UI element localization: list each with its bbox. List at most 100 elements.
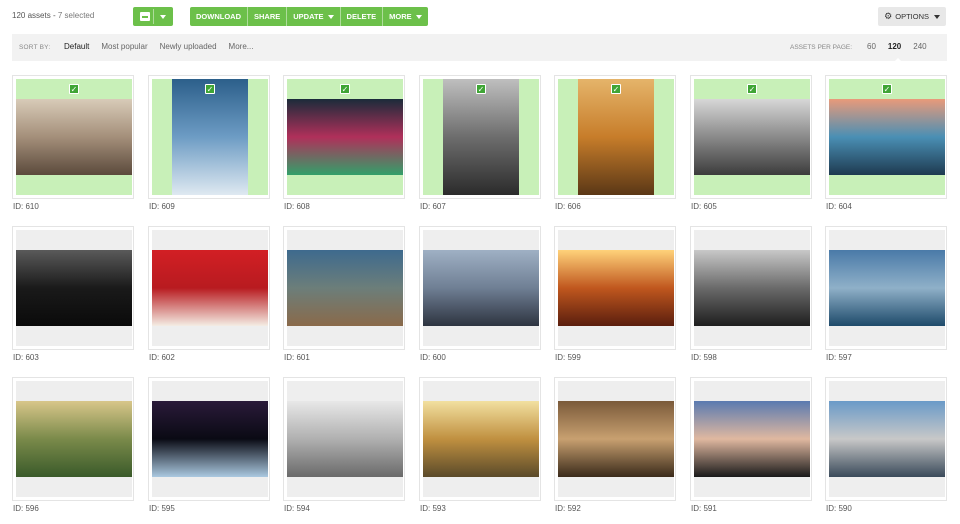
asset-thumbnail-frame xyxy=(152,230,268,346)
asset-thumbnail-frame xyxy=(829,381,945,497)
asset-id-label: ID: 607 xyxy=(420,202,446,211)
asset-id-label: ID: 599 xyxy=(555,353,581,362)
asset-card[interactable] xyxy=(283,226,405,350)
more-button[interactable]: MORE xyxy=(383,7,428,26)
asset-thumbnail[interactable] xyxy=(578,79,654,195)
delete-label: DELETE xyxy=(346,12,377,21)
checkmark-icon[interactable]: ✓ xyxy=(611,84,621,94)
asset-card[interactable]: ✓ xyxy=(825,75,947,199)
asset-card[interactable] xyxy=(419,226,541,350)
asset-card[interactable] xyxy=(419,377,541,501)
asset-thumbnail[interactable] xyxy=(694,99,810,175)
asset-id-label: ID: 605 xyxy=(691,202,717,211)
asset-card[interactable]: ✓ xyxy=(283,75,405,199)
select-all-checkbox-icon[interactable] xyxy=(140,12,150,21)
delete-button[interactable]: DELETE xyxy=(340,7,384,26)
asset-thumbnail[interactable] xyxy=(694,401,810,477)
share-button[interactable]: SHARE xyxy=(248,7,288,26)
sort-option[interactable]: More... xyxy=(229,42,254,51)
per-page-option[interactable]: 60 xyxy=(867,42,876,51)
asset-id-label: ID: 610 xyxy=(13,202,39,211)
checkmark-icon[interactable]: ✓ xyxy=(205,84,215,94)
asset-id-label: ID: 604 xyxy=(826,202,852,211)
chevron-down-icon xyxy=(327,14,334,19)
asset-card[interactable]: ✓ xyxy=(690,75,812,199)
checkmark-icon[interactable]: ✓ xyxy=(340,84,350,94)
asset-thumbnail[interactable] xyxy=(16,250,132,326)
asset-thumbnail-frame xyxy=(287,230,403,346)
asset-thumbnail-frame: ✓ xyxy=(16,79,132,195)
asset-thumbnail[interactable] xyxy=(152,401,268,477)
asset-card[interactable] xyxy=(148,377,270,501)
update-label: UPDATE xyxy=(293,12,324,21)
chevron-down-icon[interactable] xyxy=(160,14,166,19)
asset-id-label: ID: 593 xyxy=(420,504,446,513)
update-button[interactable]: UPDATE xyxy=(287,7,341,26)
asset-id-label: ID: 603 xyxy=(13,353,39,362)
asset-id-label: ID: 597 xyxy=(826,353,852,362)
checkmark-icon[interactable]: ✓ xyxy=(476,84,486,94)
asset-count-text: 120 assets - 7 selected xyxy=(12,11,94,20)
asset-card[interactable] xyxy=(148,226,270,350)
bulk-actions: DOWNLOAD SHARE UPDATE DELETE MORE xyxy=(190,7,428,26)
asset-id-label: ID: 602 xyxy=(149,353,175,362)
asset-id-label: ID: 591 xyxy=(691,504,717,513)
asset-card[interactable]: ✓ xyxy=(554,75,676,199)
asset-thumbnail[interactable] xyxy=(287,99,403,175)
asset-thumbnail[interactable] xyxy=(558,401,674,477)
asset-thumbnail[interactable] xyxy=(172,79,248,195)
asset-thumbnail[interactable] xyxy=(423,250,539,326)
asset-thumbnail[interactable] xyxy=(829,99,945,175)
select-all-dropdown[interactable] xyxy=(133,7,173,26)
sort-option[interactable]: Default xyxy=(64,42,89,51)
asset-id-label: ID: 600 xyxy=(420,353,446,362)
asset-id-label: ID: 596 xyxy=(13,504,39,513)
asset-card[interactable]: ✓ xyxy=(148,75,270,199)
sort-by-label: SORT BY: xyxy=(19,44,51,51)
assets-per-page-label: ASSETS PER PAGE: xyxy=(790,44,853,51)
checkmark-icon[interactable]: ✓ xyxy=(69,84,79,94)
asset-count: 120 assets xyxy=(12,11,51,20)
asset-card[interactable] xyxy=(690,226,812,350)
asset-card[interactable] xyxy=(825,377,947,501)
count-separator: - xyxy=(52,11,56,20)
sort-option[interactable]: Most popular xyxy=(101,42,147,51)
asset-card[interactable] xyxy=(554,377,676,501)
asset-thumbnail[interactable] xyxy=(443,79,519,195)
asset-thumbnail[interactable] xyxy=(152,250,268,326)
checkmark-icon[interactable]: ✓ xyxy=(747,84,757,94)
options-label: OPTIONS xyxy=(895,12,929,21)
asset-thumbnail[interactable] xyxy=(16,99,132,175)
download-label: DOWNLOAD xyxy=(196,12,241,21)
asset-card[interactable]: ✓ xyxy=(419,75,541,199)
sort-option[interactable]: Newly uploaded xyxy=(160,42,217,51)
asset-thumbnail[interactable] xyxy=(287,250,403,326)
asset-card[interactable] xyxy=(12,377,134,501)
asset-thumbnail[interactable] xyxy=(287,401,403,477)
asset-thumbnail[interactable] xyxy=(694,250,810,326)
asset-thumbnail[interactable] xyxy=(423,401,539,477)
sort-options: Default Most popular Newly uploaded More... xyxy=(64,42,253,51)
asset-thumbnail[interactable] xyxy=(829,401,945,477)
asset-card[interactable]: ✓ xyxy=(12,75,134,199)
per-page-option[interactable]: 120 xyxy=(888,42,901,51)
asset-card[interactable] xyxy=(825,226,947,350)
download-button[interactable]: DOWNLOAD xyxy=(190,7,248,26)
asset-thumbnail[interactable] xyxy=(829,250,945,326)
asset-thumbnail-frame: ✓ xyxy=(558,79,674,195)
toolbar: 120 assets - 7 selected DOWNLOAD SHARE UPD… xyxy=(0,0,960,34)
asset-card[interactable] xyxy=(554,226,676,350)
active-indicator xyxy=(893,58,903,63)
asset-card[interactable] xyxy=(283,377,405,501)
asset-thumbnail-frame: ✓ xyxy=(287,79,403,195)
asset-thumbnail[interactable] xyxy=(16,401,132,477)
asset-thumbnail[interactable] xyxy=(558,250,674,326)
checkmark-icon[interactable]: ✓ xyxy=(882,84,892,94)
options-button[interactable]: ⚙ OPTIONS xyxy=(878,7,946,26)
asset-card[interactable] xyxy=(690,377,812,501)
asset-thumbnail-frame: ✓ xyxy=(829,79,945,195)
asset-card[interactable] xyxy=(12,226,134,350)
asset-thumbnail-frame: ✓ xyxy=(423,79,539,195)
asset-thumbnail-frame xyxy=(694,381,810,497)
per-page-option[interactable]: 240 xyxy=(913,42,926,51)
